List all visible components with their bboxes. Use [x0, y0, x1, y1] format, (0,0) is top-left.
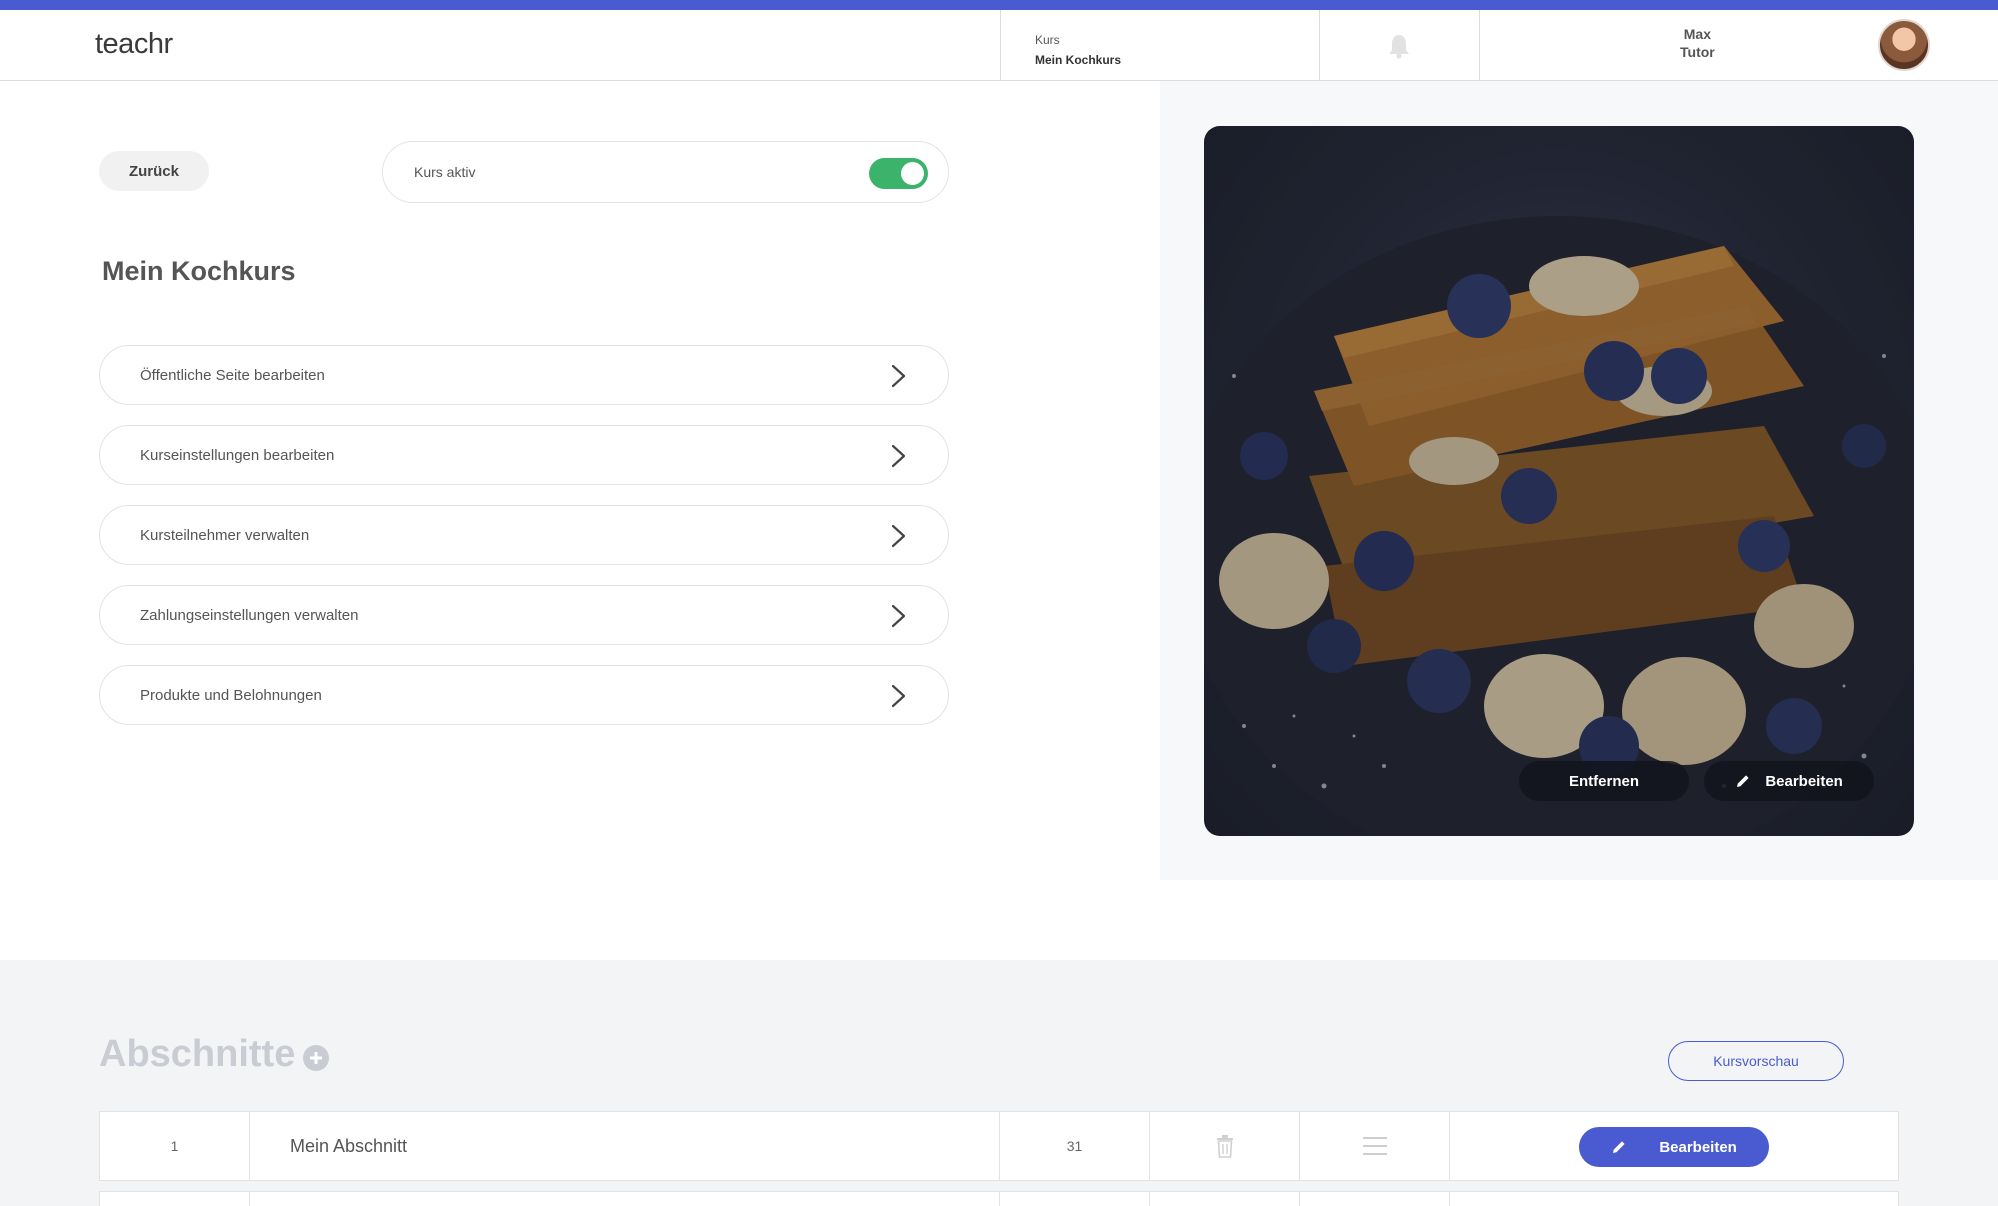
section-row[interactable] [99, 1191, 1899, 1206]
bell-icon[interactable] [1384, 31, 1414, 61]
delete-cell [1150, 1192, 1300, 1206]
section-number: 1 [100, 1112, 250, 1180]
user-name: Max [1683, 26, 1711, 42]
add-section-icon[interactable] [303, 1045, 329, 1071]
toggle-knob [901, 162, 924, 185]
chevron-right-icon [891, 604, 906, 628]
user-menu[interactable]: Max Tutor [1680, 25, 1715, 61]
menu-item-participants[interactable]: Kursteilnehmer verwalten [99, 505, 949, 565]
pencil-icon [1737, 774, 1749, 787]
edit-section-button[interactable]: Bearbeiten [1579, 1127, 1769, 1167]
sections-title: Abschnitte [99, 1033, 296, 1075]
avatar[interactable] [1878, 19, 1930, 71]
course-active-toggle[interactable] [869, 158, 928, 189]
menu-item-public-page[interactable]: Öffentliche Seite bearbeiten [99, 345, 949, 405]
course-name: Mein Kochkurs [1035, 53, 1122, 67]
section-count [1000, 1192, 1150, 1206]
course-label: Kurs [1035, 33, 1060, 47]
current-course[interactable]: Kurs Mein Kochkurs [1035, 30, 1121, 70]
trash-icon[interactable] [1215, 1134, 1235, 1158]
drag-cell [1300, 1192, 1450, 1206]
header-divider [1319, 10, 1320, 81]
menu-item-label: Zahlungseinstellungen verwalten [140, 607, 359, 624]
header-divider [1479, 10, 1480, 81]
edit-cell: Bearbeiten [1450, 1112, 1900, 1180]
section-count: 31 [1000, 1112, 1150, 1180]
course-active-toggle-row: Kurs aktiv [382, 141, 949, 203]
menu-item-label: Kursteilnehmer verwalten [140, 527, 310, 544]
chevron-right-icon [891, 524, 906, 548]
section-name [250, 1192, 1000, 1206]
delete-cell [1150, 1112, 1300, 1180]
user-role: Tutor [1680, 44, 1715, 60]
top-accent-bar [0, 0, 1998, 10]
header: teachr Kurs Mein Kochkurs Max Tutor [0, 10, 1998, 81]
drag-handle-icon[interactable] [1362, 1136, 1388, 1156]
section-name[interactable]: Mein Abschnitt [250, 1112, 1000, 1180]
edit-image-button[interactable]: Bearbeiten [1704, 761, 1874, 801]
menu-item-label: Kurseinstellungen bearbeiten [140, 447, 335, 464]
section-number [100, 1192, 250, 1206]
pencil-icon [1613, 1140, 1625, 1153]
page-title: Mein Kochkurs [102, 256, 296, 286]
chevron-right-icon [891, 684, 906, 708]
remove-image-button[interactable]: Entfernen [1519, 761, 1689, 801]
back-button[interactable]: Zurück [99, 151, 209, 191]
edit-image-label: Bearbeiten [1765, 772, 1843, 790]
logo[interactable]: teachr [95, 28, 173, 61]
menu-item-course-settings[interactable]: Kurseinstellungen bearbeiten [99, 425, 949, 485]
food-photo-illustration [1204, 126, 1914, 836]
course-preview-button[interactable]: Kursvorschau [1668, 1041, 1844, 1081]
header-divider [1000, 10, 1001, 81]
menu-item-products-rewards[interactable]: Produkte und Belohnungen [99, 665, 949, 725]
chevron-right-icon [891, 364, 906, 388]
course-active-label: Kurs aktiv [414, 164, 476, 180]
chevron-right-icon [891, 444, 906, 468]
edit-cell [1450, 1192, 1900, 1206]
edit-section-label: Bearbeiten [1659, 1138, 1737, 1156]
menu-item-label: Produkte und Belohnungen [140, 687, 322, 704]
course-image [1204, 126, 1914, 836]
menu-item-payment-settings[interactable]: Zahlungseinstellungen verwalten [99, 585, 949, 645]
menu-item-label: Öffentliche Seite bearbeiten [140, 367, 325, 384]
section-row[interactable]: 1 Mein Abschnitt 31 Bearbeiten [99, 1111, 1899, 1181]
drag-cell [1300, 1112, 1450, 1180]
